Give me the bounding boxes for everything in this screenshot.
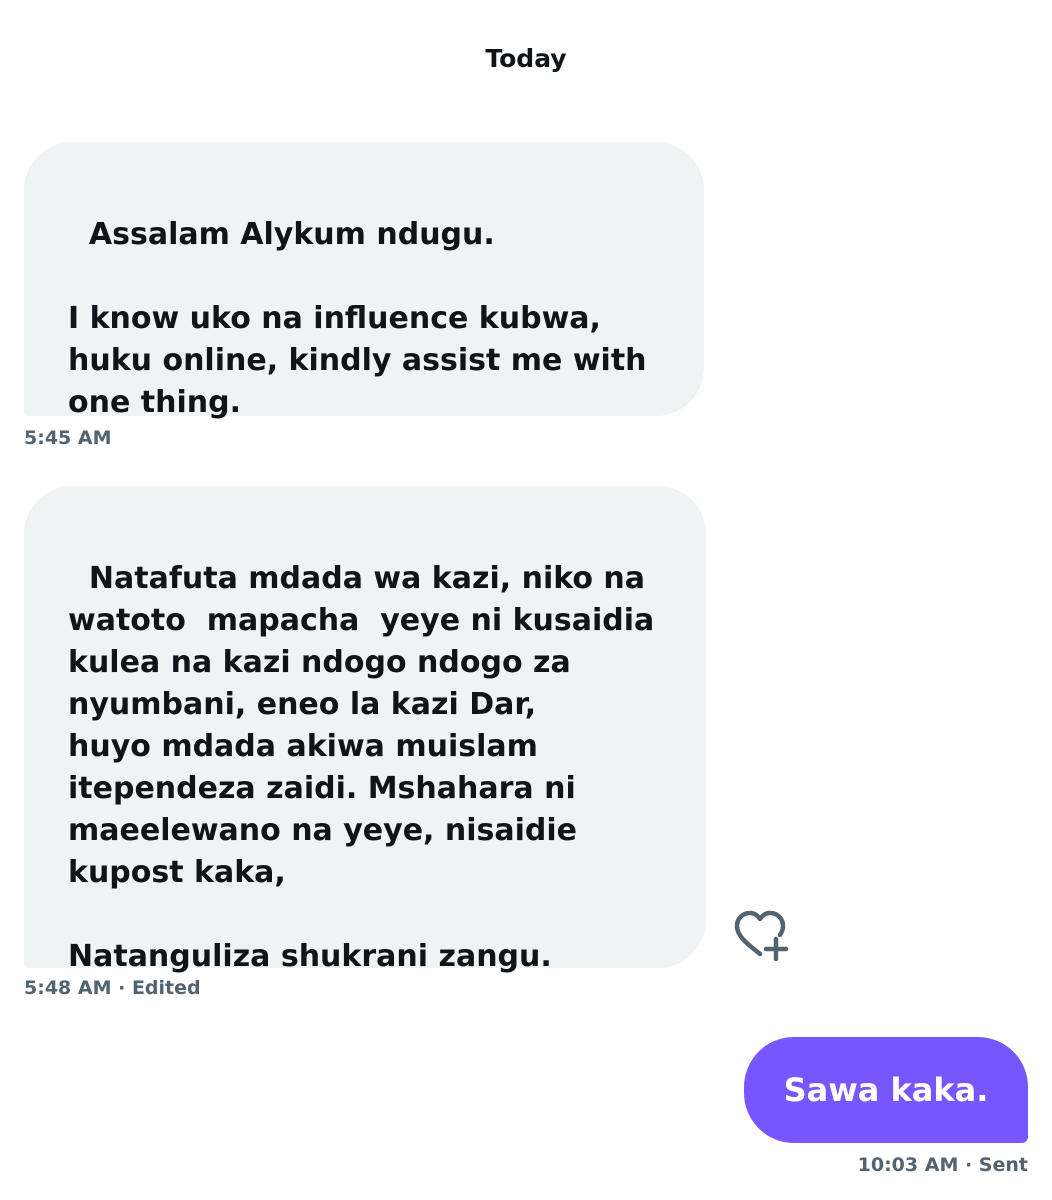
message-bubble-incoming[interactable]: Natafuta mdada wa kazi, niko na watoto m…: [24, 486, 706, 974]
heart-plus-icon: [734, 910, 789, 962]
message-meta: 10:03 AM · Sent: [858, 1154, 1028, 1176]
message-sent-status: · Sent: [958, 1154, 1028, 1176]
message-bubble-incoming[interactable]: Assalam Alykum ndugu. I know uko na infl…: [24, 142, 704, 420]
day-divider: Today: [485, 44, 567, 73]
message-text: Assalam Alykum ndugu. I know uko na infl…: [68, 217, 647, 420]
add-reaction-button[interactable]: [732, 908, 792, 964]
message-timestamp: 10:03 AM: [857, 1154, 959, 1176]
message-meta: 5:48 AM · Edited: [24, 977, 201, 999]
message-bubble-outgoing[interactable]: Sawa kaka.: [744, 1037, 1028, 1143]
message-meta: 5:45 AM: [24, 427, 112, 449]
message-timestamp: 5:48 AM: [24, 977, 112, 999]
message-text: Sawa kaka.: [783, 1071, 989, 1109]
message-text: Natafuta mdada wa kazi, niko na watoto m…: [68, 561, 655, 974]
message-edited-status: · Edited: [118, 977, 201, 999]
message-timestamp: 5:45 AM: [24, 427, 112, 449]
